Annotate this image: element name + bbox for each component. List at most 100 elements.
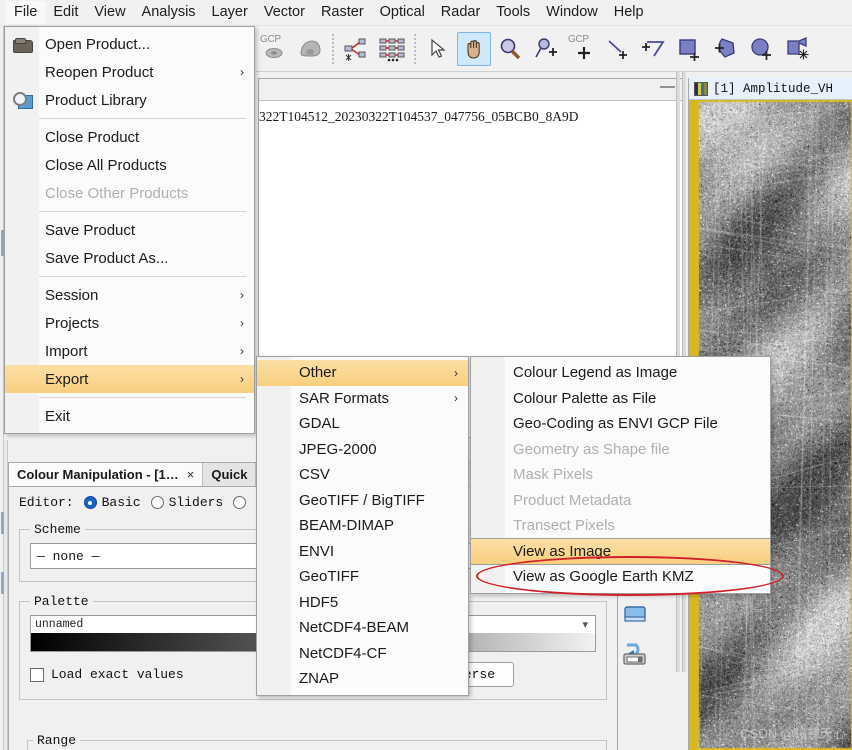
gcp-placing-tool-icon[interactable]: GCP [565,32,599,66]
rectangle-drawing-tool-icon[interactable] [673,32,707,66]
gcp-manager-icon[interactable]: GCP [257,32,291,66]
menu-item-view-as-google-earth-kmz[interactable]: View as Google Earth KMZ [471,564,770,590]
menu-item-netcdf4-cf-label: NetCDF4-CF [257,645,468,662]
left-dock-handle-2[interactable] [1,512,4,534]
menubar-item-window[interactable]: Window [538,1,606,24]
pan-tool-icon[interactable] [457,32,491,66]
editor-option-sliders-label: Sliders [169,495,224,510]
menubar-item-layer[interactable]: Layer [204,1,256,24]
menu-item-jpeg-2000[interactable]: JPEG-2000 [257,437,468,463]
batch-processing-icon[interactable] [375,32,409,66]
ellipse-drawing-tool-icon[interactable] [745,32,779,66]
menu-item-geotiff-bigtiff[interactable]: GeoTIFF / BigTIFF [257,488,468,514]
open-folder-icon [5,38,39,51]
menu-item-geo-coding-as-envi-gcp-file-label: Geo-Coding as ENVI GCP File [471,415,770,432]
pin-manager-icon[interactable] [293,32,327,66]
menubar-item-file[interactable]: File [6,1,45,24]
left-dock-handle-3[interactable] [1,572,4,594]
close-icon[interactable]: × [187,467,195,482]
menu-item-netcdf4-cf[interactable]: NetCDF4-CF [257,641,468,667]
chevron-right-icon: › [224,65,254,79]
menu-item-envi[interactable]: ENVI [257,539,468,565]
menu-item-hdf5-label: HDF5 [257,594,468,611]
checkbox-icon [30,668,44,682]
pin-placing-tool-icon[interactable] [529,32,563,66]
palette-chevron-down-icon: ▾ [582,618,595,631]
menu-item-znap[interactable]: ZNAP [257,666,468,692]
menu-item-import[interactable]: Import › [5,337,254,365]
menu-item-netcdf4-beam[interactable]: NetCDF4-BEAM [257,615,468,641]
menu-item-mask-pixels: Mask Pixels [471,462,770,488]
palette-name: unnamed [31,616,87,633]
editor-option-sliders[interactable]: Sliders [151,495,224,510]
range-group [27,740,607,750]
menu-item-close-all-products[interactable]: Close All Products [5,151,254,179]
menu-item-save-product-as[interactable]: Save Product As... [5,244,254,272]
menu-item-exit[interactable]: Exit [5,402,254,430]
menu-item-other[interactable]: Other › [257,360,468,386]
menu-item-exit-label: Exit [39,408,254,425]
menu-separator-2 [39,211,246,212]
menubar-item-edit[interactable]: Edit [45,1,86,24]
menu-item-session[interactable]: Session › [5,281,254,309]
product-explorer-titlebar: — [259,79,685,101]
menu-item-csv[interactable]: CSV [257,462,468,488]
radio-sliders-icon [151,496,164,509]
palette-legend: Palette [30,594,93,609]
menubar-item-radar[interactable]: Radar [433,1,489,24]
export-palette-icon[interactable] [618,638,652,670]
polygon-drawing-tool-icon[interactable] [709,32,743,66]
menu-item-colour-palette-as-file[interactable]: Colour Palette as File [471,386,770,412]
export-submenu-popup: Other › SAR Formats › GDAL JPEG-2000 CSV… [256,356,469,696]
menu-item-geotiff[interactable]: GeoTIFF [257,564,468,590]
menu-item-beam-dimap-label: BEAM-DIMAP [257,517,468,534]
menu-item-sar-formats[interactable]: SAR Formats › [257,386,468,412]
selection-tool-icon[interactable] [421,32,455,66]
editor-option-basic[interactable]: Basic [84,495,141,510]
menu-item-view-as-image[interactable]: View as Image [471,539,770,565]
menu-item-colour-legend-as-image[interactable]: Colour Legend as Image [471,360,770,386]
tab-quicklooks[interactable]: Quick [203,463,256,486]
menu-item-projects[interactable]: Projects › [5,309,254,337]
menubar-item-analysis[interactable]: Analysis [134,1,204,24]
editor-option-basic-label: Basic [102,495,141,510]
menu-item-reopen-product[interactable]: Reopen Product › [5,58,254,86]
menu-item-jpeg-2000-label: JPEG-2000 [257,441,468,458]
menu-item-mask-pixels-label: Mask Pixels [471,466,770,483]
menu-item-geo-coding-as-envi-gcp-file[interactable]: Geo-Coding as ENVI GCP File [471,411,770,437]
menu-item-reopen-product-label: Reopen Product [39,64,224,81]
menu-item-save-product[interactable]: Save Product [5,216,254,244]
menubar-item-view[interactable]: View [86,1,133,24]
scheme-legend: Scheme [30,522,85,537]
menubar-item-help[interactable]: Help [606,1,652,24]
load-exact-values-checkbox[interactable]: Load exact values [30,667,184,682]
menu-item-close-all-products-label: Close All Products [39,157,254,174]
menu-item-open-product[interactable]: Open Product... [5,30,254,58]
graph-builder-icon[interactable] [339,32,373,66]
chevron-right-icon: › [224,372,254,386]
menubar-item-raster[interactable]: Raster [313,1,372,24]
menu-item-hdf5[interactable]: HDF5 [257,590,468,616]
editor-option-table[interactable] [233,496,246,509]
menu-item-export[interactable]: Export › [5,365,254,393]
minimize-button[interactable]: — [660,84,675,96]
menubar-item-vector[interactable]: Vector [256,1,313,24]
tab-colour-manipulation[interactable]: Colour Manipulation - [1… × [9,463,203,486]
menubar-item-tools[interactable]: Tools [488,1,538,24]
line-drawing-tool-icon[interactable] [601,32,635,66]
menu-item-close-product[interactable]: Close Product [5,123,254,151]
menu-separator-3 [39,276,246,277]
menu-item-beam-dimap[interactable]: BEAM-DIMAP [257,513,468,539]
multi-apply-icon[interactable] [618,598,652,630]
menu-item-gdal-label: GDAL [257,415,468,432]
tab-colour-manipulation-label: Colour Manipulation - [1… [17,467,179,482]
file-menu-popup: Open Product... Reopen Product › Product… [4,26,255,434]
image-view-tab[interactable]: [1] Amplitude_VH [689,78,852,100]
menu-item-gdal[interactable]: GDAL [257,411,468,437]
menu-item-product-library[interactable]: Product Library [5,86,254,114]
zoom-tool-icon[interactable] [493,32,527,66]
menubar-item-optical[interactable]: Optical [372,1,433,24]
polyline-drawing-tool-icon[interactable] [637,32,671,66]
menu-item-product-metadata-label: Product Metadata [471,492,770,509]
magic-wand-tool-icon[interactable] [781,32,815,66]
